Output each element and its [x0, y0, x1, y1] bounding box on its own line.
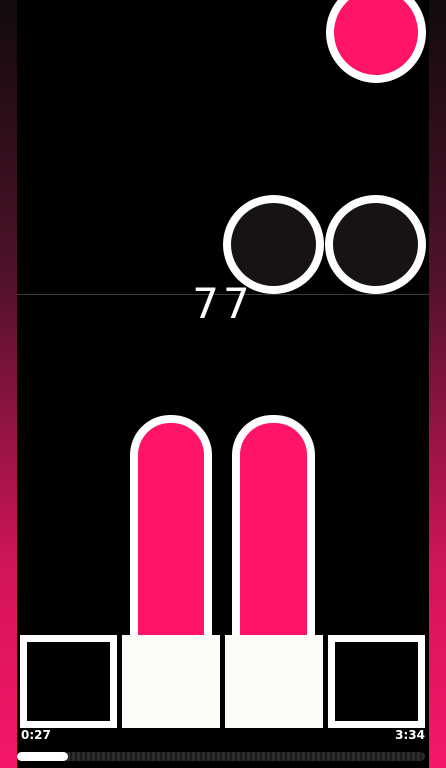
total-time: 3:34 — [395, 728, 425, 742]
combo-counter: 77 — [192, 279, 254, 328]
game-stage: 77 0:27 3:34 — [0, 0, 446, 768]
lane-pad-4[interactable] — [328, 635, 425, 728]
lane-pad-1[interactable] — [20, 635, 117, 728]
falling-note-lane-4 — [326, 0, 426, 83]
lane-pad-3[interactable] — [225, 635, 323, 728]
song-progress-bar[interactable] — [17, 752, 425, 761]
hold-note-lane-2 — [130, 415, 212, 637]
elapsed-time: 0:27 — [21, 728, 51, 742]
lane-pad-2[interactable] — [122, 635, 220, 728]
right-edge-glow — [429, 0, 446, 768]
song-progress-fill — [17, 752, 68, 761]
left-edge-glow — [0, 0, 17, 768]
hold-note-lane-3 — [232, 415, 315, 637]
